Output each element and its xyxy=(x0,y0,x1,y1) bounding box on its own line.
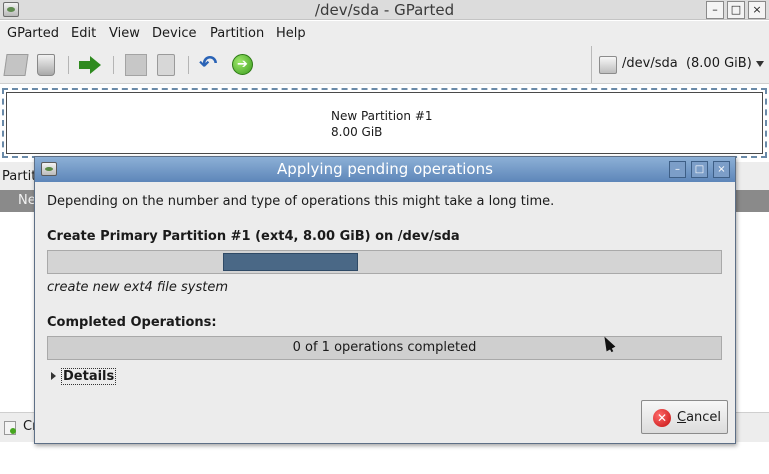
undo-icon[interactable]: ↶ xyxy=(199,54,221,76)
apply-icon[interactable]: ➔ xyxy=(232,54,253,75)
menu-view[interactable]: View xyxy=(109,26,140,41)
window-titlebar[interactable]: /dev/sda - GParted – □ × xyxy=(0,0,769,20)
hard-drive-icon xyxy=(599,56,617,74)
dialog-title: Applying pending operations xyxy=(277,160,493,178)
apply-operations-dialog: Applying pending operations – □ × Depend… xyxy=(34,156,736,444)
partition-size: 8.00 GiB xyxy=(331,125,383,139)
dialog-description: Depending on the number and type of oper… xyxy=(47,194,555,209)
operation-status: create new ext4 file system xyxy=(47,280,229,295)
resize-move-icon[interactable] xyxy=(79,54,103,76)
device-selector-label: /dev/sda (8.00 GiB) xyxy=(622,56,752,71)
dialog-minimize-button[interactable]: – xyxy=(669,161,686,178)
expander-arrow-icon xyxy=(51,372,56,380)
paste-partition-icon[interactable] xyxy=(157,54,175,76)
new-partition-icon[interactable] xyxy=(3,54,29,76)
toolbar-separator xyxy=(113,56,114,74)
pending-operation-icon xyxy=(4,421,16,435)
partition-tab-label: Partit xyxy=(2,169,37,184)
toolbar-separator xyxy=(68,56,69,74)
toolbar-separator xyxy=(188,56,189,74)
dialog-maximize-button[interactable]: □ xyxy=(691,161,708,178)
menu-help[interactable]: Help xyxy=(276,26,306,41)
cancel-icon: ✕ xyxy=(653,409,671,427)
menu-device[interactable]: Device xyxy=(152,26,196,41)
details-label: Details xyxy=(61,368,117,385)
dialog-close-button[interactable]: × xyxy=(713,161,730,178)
operation-progress-bar xyxy=(47,250,722,274)
toolbar: ↶ ➔ /dev/sda (8.00 GiB) xyxy=(0,46,769,84)
completed-operations-label: Completed Operations: xyxy=(47,315,217,330)
completed-operations-bar: 0 of 1 operations completed xyxy=(47,336,722,360)
window-title: /dev/sda - GParted xyxy=(314,1,455,19)
cancel-button[interactable]: ✕ Cancel xyxy=(641,400,728,434)
close-button[interactable]: × xyxy=(748,1,766,19)
operation-progress-fill xyxy=(223,253,358,271)
dropdown-arrow-icon xyxy=(756,61,764,67)
delete-partition-icon[interactable] xyxy=(37,54,55,76)
copy-partition-icon[interactable] xyxy=(125,54,147,76)
partition-name: New Partition #1 xyxy=(331,109,433,123)
partition-graph[interactable]: New Partition #1 8.00 GiB xyxy=(2,88,767,158)
menubar: GParted Edit View Device Partition Help xyxy=(0,21,769,46)
minimize-button[interactable]: – xyxy=(706,1,724,19)
dialog-titlebar[interactable]: Applying pending operations – □ × xyxy=(35,157,735,182)
device-selector[interactable]: /dev/sda (8.00 GiB) xyxy=(591,46,769,83)
menu-edit[interactable]: Edit xyxy=(71,26,96,41)
cancel-button-label: Cancel xyxy=(677,410,722,425)
operation-title: Create Primary Partition #1 (ext4, 8.00 … xyxy=(47,229,460,244)
menu-gparted[interactable]: GParted xyxy=(7,26,59,41)
maximize-button[interactable]: □ xyxy=(727,1,745,19)
menu-partition[interactable]: Partition xyxy=(210,26,264,41)
